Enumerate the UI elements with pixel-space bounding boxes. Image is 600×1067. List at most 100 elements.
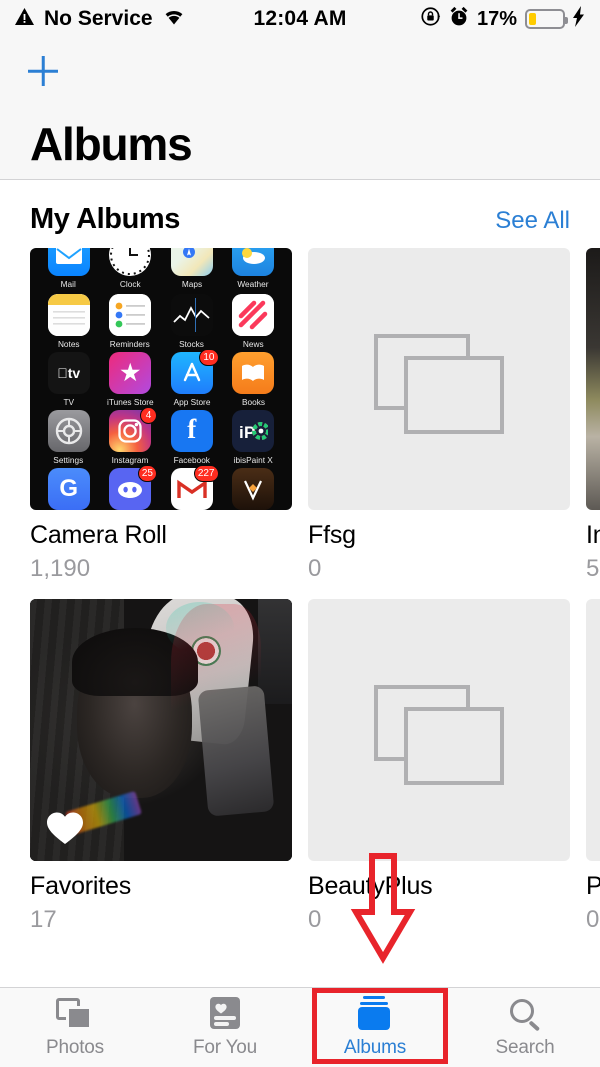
maps-icon — [170, 248, 213, 276]
for-you-icon-heart — [215, 1001, 227, 1014]
placeholder-rect-front — [404, 707, 504, 785]
homescreen-app: Clock — [100, 248, 162, 291]
notes-icon — [47, 294, 90, 336]
placeholder-rect-front — [404, 356, 504, 434]
badge: 10 — [199, 349, 219, 366]
album-name: In — [586, 521, 600, 549]
tab-search[interactable]: Search — [450, 988, 600, 1067]
tab-photos[interactable]: Photos — [0, 988, 150, 1067]
album-item-beautyplus[interactable]: BeautyPlus 0 — [308, 599, 570, 934]
search-icon-ring — [510, 999, 534, 1023]
album-name: Ffsg — [308, 521, 356, 549]
album-count: 0 — [308, 555, 322, 582]
books-icon — [232, 352, 275, 394]
clock-icon — [109, 248, 152, 276]
tab-label: Albums — [343, 1037, 407, 1058]
battery-icon — [525, 9, 568, 29]
search-icon-handle — [528, 1020, 541, 1032]
photo-right-panel — [257, 599, 292, 704]
album-name: BeautyPlus — [308, 872, 433, 900]
app-label: Facebook — [173, 455, 210, 465]
albums-content[interactable]: My Albums See All Mail Clock Maps Weathe… — [0, 181, 600, 987]
homescreen-app: Maps — [161, 248, 223, 291]
app-label: Notes — [57, 339, 80, 349]
homescreen-app — [223, 465, 285, 510]
tv-icon: tv — [47, 352, 90, 394]
albums-icon — [354, 996, 396, 1032]
album-thumbnail[interactable] — [586, 599, 600, 861]
homescreen-app: Weather — [223, 248, 285, 291]
homescreen-app: G — [38, 465, 100, 510]
album-item-ffsg[interactable]: Ffsg 0 — [308, 248, 570, 583]
album-thumbnail[interactable] — [308, 599, 570, 861]
page-title: Albums — [30, 118, 193, 170]
facebook-icon: f — [170, 410, 213, 452]
app-label: Reminders — [110, 339, 151, 349]
app-label: Settings — [53, 455, 84, 465]
albums-icon-bar-top — [363, 996, 385, 999]
app-label: Maps — [181, 279, 202, 289]
for-you-icon-line-2 — [214, 1022, 229, 1026]
homescreen-app: Settings — [38, 407, 100, 465]
albums-grid: Mail Clock Maps Weather Notes Reminders … — [0, 248, 600, 934]
album-thumbnail[interactable] — [586, 248, 600, 510]
album-count: 1,190 — [30, 555, 91, 582]
homescreen-app: Stocks — [161, 291, 223, 349]
homescreen-app: 25 — [100, 465, 162, 510]
empty-album-placeholder-icon — [308, 599, 570, 861]
tab-for-you[interactable]: For You — [150, 988, 300, 1067]
homescreen-app: Books — [223, 349, 285, 407]
album-item-camera-roll[interactable]: Mail Clock Maps Weather Notes Reminders … — [30, 248, 292, 583]
rotation-lock-icon — [420, 6, 441, 32]
homescreen-app: Mail — [38, 248, 100, 291]
photos-icon-square-front — [66, 1006, 92, 1030]
homescreen-app: News — [223, 291, 285, 349]
empty-album-placeholder-icon — [308, 248, 570, 510]
app-label: TV — [63, 397, 75, 407]
dark-photo — [586, 248, 600, 510]
for-you-icon — [204, 996, 246, 1032]
section-title: My Albums — [30, 203, 181, 235]
battery-percent-label: 17% — [476, 7, 517, 30]
tab-albums[interactable]: Albums — [300, 988, 450, 1067]
alarm-clock-icon — [449, 6, 469, 32]
homescreen-app: Reminders — [100, 291, 162, 349]
album-item-partial-top-right[interactable]: In 5 — [586, 248, 600, 583]
album-thumbnail[interactable] — [308, 248, 570, 510]
empty-album-placeholder-icon — [586, 599, 600, 861]
album-item-partial-bottom-right[interactable]: P 0 — [586, 599, 600, 934]
album-count: 0 — [308, 906, 322, 933]
tab-label: Photos — [46, 1037, 104, 1058]
album-thumbnail[interactable] — [30, 599, 292, 861]
tab-label: For You — [192, 1037, 258, 1058]
add-album-button[interactable] — [24, 52, 62, 90]
tab-label: Search — [495, 1037, 555, 1058]
app-label: News — [242, 339, 264, 349]
album-count: 5 — [586, 555, 600, 582]
vectornator-icon — [232, 468, 275, 510]
reminders-icon — [109, 294, 152, 336]
homescreen-app-grid: Mail Clock Maps Weather Notes Reminders … — [30, 248, 292, 510]
mail-icon — [47, 248, 90, 276]
homescreen-app: 4 Instagram — [100, 407, 162, 465]
search-icon — [504, 996, 546, 1032]
app-label: ibisPaint X — [233, 455, 273, 465]
album-thumbnail[interactable]: Mail Clock Maps Weather Notes Reminders … — [30, 248, 292, 510]
album-item-favorites[interactable]: Favorites 17 — [30, 599, 292, 934]
see-all-link[interactable]: See All — [495, 207, 570, 235]
tab-bar: Photos For You Albums Search — [0, 987, 600, 1067]
settings-icon — [47, 410, 90, 452]
homescreen-app: i P ibisPaint X — [223, 407, 285, 465]
album-count: 17 — [30, 906, 57, 933]
app-label: Books — [241, 397, 265, 407]
for-you-icon-line-1 — [214, 1016, 236, 1020]
album-name: Camera Roll — [30, 521, 167, 549]
homescreen-app: 227 — [161, 465, 223, 510]
status-bar-right: 17% — [420, 6, 586, 32]
ibispaint-icon: iP — [232, 410, 275, 452]
app-label: Stocks — [179, 339, 205, 349]
albums-icon-bar-mid — [360, 1002, 388, 1005]
itunes-store-icon: ★ — [109, 352, 152, 394]
badge: 227 — [193, 465, 219, 482]
weather-icon — [232, 248, 275, 276]
